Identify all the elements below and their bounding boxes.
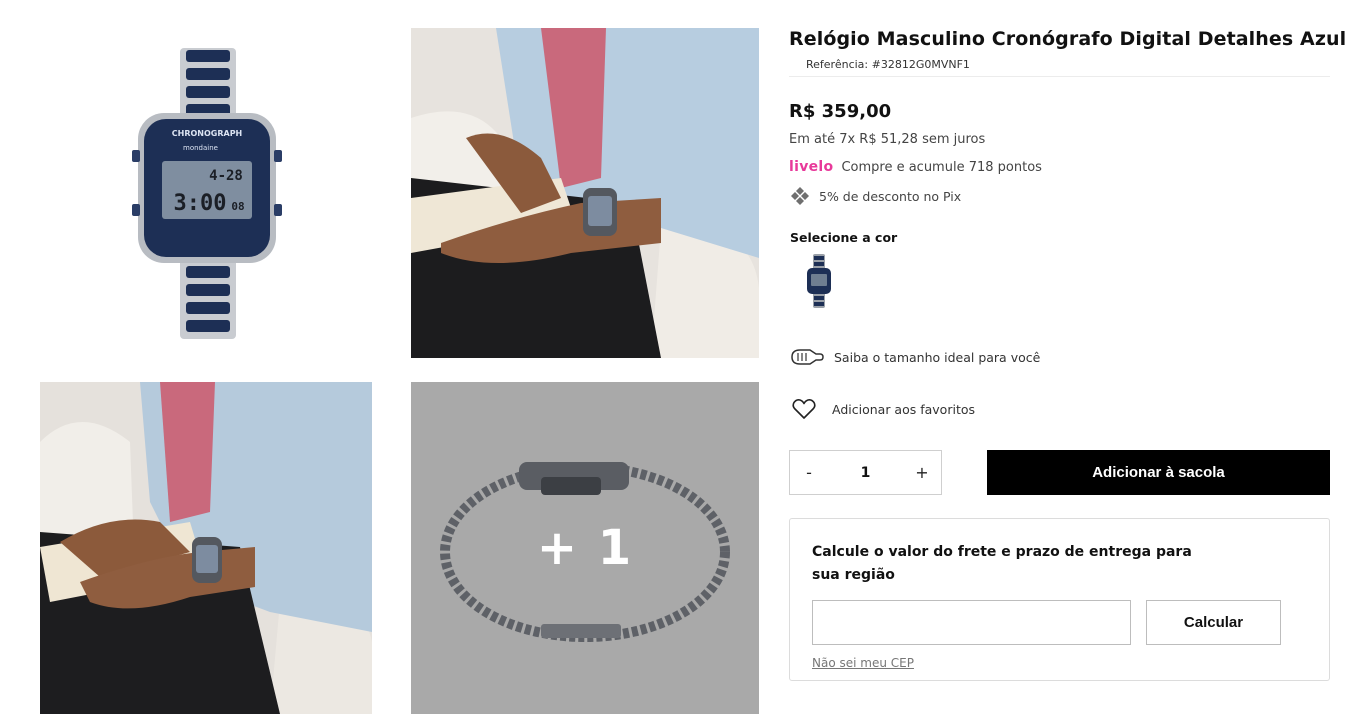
shipping-title: Calcule o valor do frete e prazo de entr… [812, 544, 1192, 583]
heart-icon [792, 398, 816, 419]
livelo-points: livelo Compre e acumule 718 pontos [789, 159, 1042, 175]
calculate-shipping-button[interactable]: Calcular [1146, 600, 1281, 645]
more-images-overlay[interactable]: + 1 [411, 382, 759, 714]
product-reference: Referência: #32812G0MVNF1 [806, 58, 970, 71]
divider [789, 76, 1330, 77]
product-title: Relógio Masculino Cronógrafo Digital Det… [789, 28, 1347, 50]
decrease-quantity-button[interactable]: - [798, 463, 820, 482]
favorites-label: Adicionar aos favoritos [832, 401, 975, 417]
lcd-seconds: 08 [231, 200, 244, 213]
product-price: R$ 359,00 [789, 101, 892, 122]
size-guide-label: Saiba o tamanho ideal para você [834, 349, 1041, 365]
lcd-top: 4-28 [209, 168, 243, 184]
installments-text: Em até 7x R$ 51,28 sem juros [789, 132, 986, 147]
lcd-main: 3:00 [174, 191, 227, 216]
color-swatch-blue[interactable] [801, 252, 837, 310]
product-image-more[interactable]: + 1 [411, 382, 759, 714]
hand-measure-icon [791, 349, 824, 365]
watch-brand: mondaine [183, 144, 218, 152]
quantity-stepper: - 1 + [789, 450, 942, 495]
pix-icon [791, 187, 809, 205]
product-image-main[interactable]: CHRONOGRAPH mondaine 4-28 3:00 08 [40, 28, 372, 358]
watch-thumbnail [807, 254, 831, 308]
shipping-calculator: Calcule o valor do frete e prazo de entr… [789, 518, 1330, 681]
pix-discount: 5% de desconto no Pix [790, 186, 961, 206]
add-to-bag-button[interactable]: Adicionar à sacola [987, 450, 1330, 495]
livelo-text: Compre e acumule 718 pontos [841, 159, 1042, 175]
pix-text: 5% de desconto no Pix [819, 188, 962, 204]
product-image-lifestyle-1[interactable] [411, 28, 759, 358]
product-image-lifestyle-2[interactable] [40, 382, 372, 714]
add-to-favorites-link[interactable]: Adicionar aos favoritos [792, 398, 975, 420]
lifestyle-photo-1 [411, 28, 759, 358]
livelo-logo: livelo [789, 159, 834, 175]
lifestyle-photo-2 [40, 382, 372, 714]
increase-quantity-button[interactable]: + [911, 463, 933, 482]
bezel-text: CHRONOGRAPH [172, 129, 243, 138]
quantity-value[interactable]: 1 [861, 465, 871, 481]
size-guide-link[interactable]: Saiba o tamanho ideal para você [790, 346, 1040, 368]
color-selector-label: Selecione a cor [790, 230, 898, 245]
unknown-cep-link[interactable]: Não sei meu CEP [812, 656, 914, 670]
cep-input[interactable] [812, 600, 1131, 645]
watch-front-image: CHRONOGRAPH mondaine 4-28 3:00 08 [132, 48, 282, 339]
